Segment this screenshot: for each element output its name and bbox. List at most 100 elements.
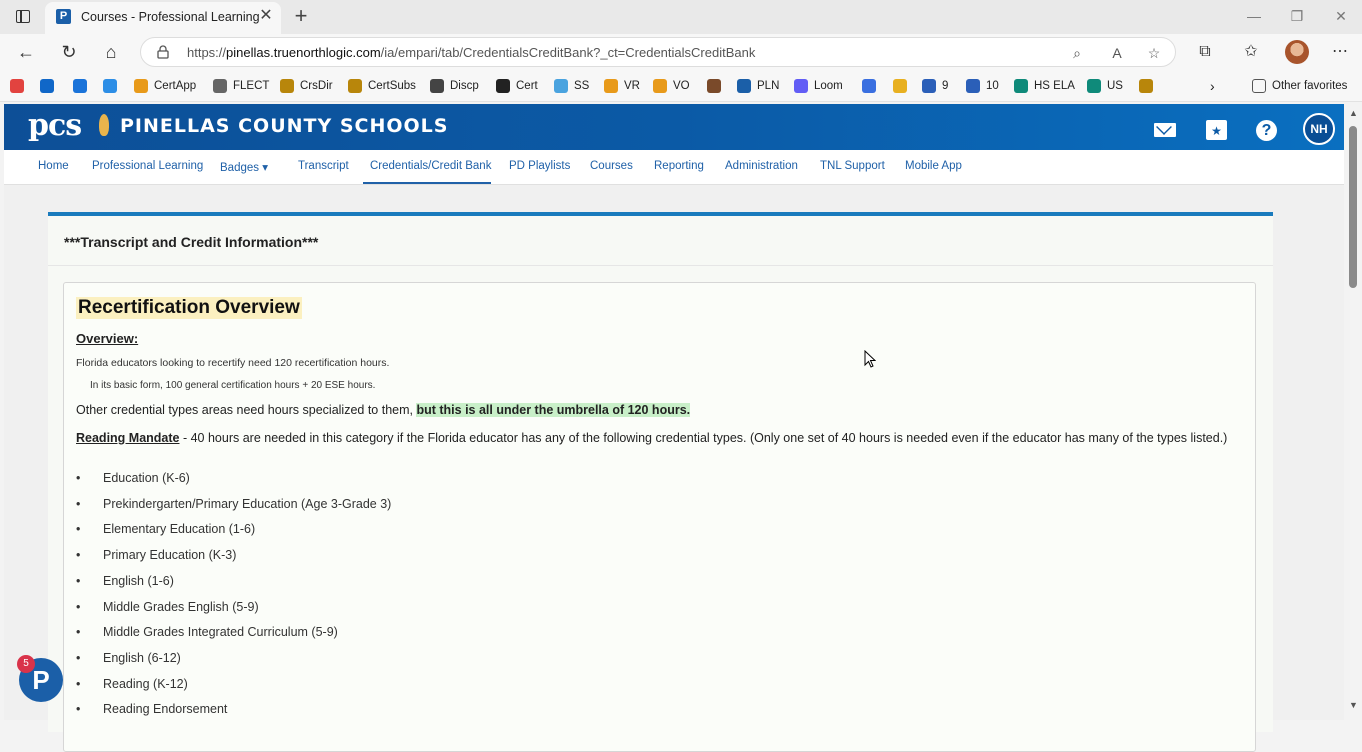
mail-icon[interactable] <box>1154 123 1176 137</box>
nav-transcript[interactable]: Transcript <box>298 160 349 172</box>
nav-reporting[interactable]: Reporting <box>654 160 704 172</box>
browser-tab-active[interactable]: P Courses - Professional Learning ✕ <box>45 2 281 34</box>
nav-tnl-support[interactable]: TNL Support <box>820 160 885 172</box>
more-menu-icon[interactable]: ⋯ <box>1328 40 1352 64</box>
favorite-item[interactable]: VO <box>653 78 690 94</box>
restore-button[interactable]: ❐ <box>1286 6 1308 26</box>
nav-mobile-app[interactable]: Mobile App <box>905 160 962 172</box>
profile-avatar[interactable] <box>1285 40 1309 64</box>
nav-pd-playlists[interactable]: PD Playlists <box>509 160 570 172</box>
lock-icon[interactable] <box>157 45 169 59</box>
credential-name: Middle Grades Integrated Curriculum (5-9… <box>103 625 338 640</box>
favorite-label: Loom <box>814 80 843 92</box>
favorite-item[interactable]: Cert <box>496 78 538 94</box>
nav-credentials-credit-bank[interactable]: Credentials/Credit Bank <box>370 160 491 172</box>
back-icon[interactable]: ← <box>14 40 38 64</box>
favorite-icon <box>554 79 568 93</box>
favorite-item[interactable]: 10 <box>966 78 999 94</box>
favorite-label: 9 <box>942 80 949 92</box>
favorite-item[interactable]: FLECT <box>213 78 269 94</box>
close-window-button[interactable]: ✕ <box>1330 6 1352 26</box>
read-aloud-icon[interactable]: A <box>1107 43 1127 63</box>
favorite-item[interactable] <box>73 78 93 94</box>
favorite-item[interactable]: 9 <box>922 78 948 94</box>
address-bar[interactable]: https://pinellas.truenorthlogic.com/ia/e… <box>140 37 1176 67</box>
favorite-item[interactable] <box>40 78 60 94</box>
favorite-item[interactable]: VR <box>604 78 640 94</box>
favorite-item[interactable] <box>1139 78 1159 94</box>
favorite-label: CertApp <box>154 80 197 92</box>
favorite-item[interactable]: HS ELA <box>1014 78 1075 94</box>
credential-name: Education (K-6) <box>103 471 190 485</box>
favorite-icon <box>280 79 294 93</box>
bullet: • <box>76 599 81 614</box>
favorite-icon <box>496 79 510 93</box>
nav-courses[interactable]: Courses <box>590 160 633 172</box>
home-icon[interactable]: ⌂ <box>99 40 123 64</box>
favorite-item[interactable]: CertApp <box>134 78 196 94</box>
favorite-item[interactable]: Discp <box>430 78 479 94</box>
favorite-label: CertSubs <box>368 80 416 92</box>
overview-label: Overview: <box>76 331 139 346</box>
favorite-icon <box>40 79 54 93</box>
scroll-thumb[interactable] <box>1349 126 1357 288</box>
favorite-icon <box>103 79 117 93</box>
pcs-logo[interactable]: pcs <box>28 108 82 143</box>
recertification-heading: Recertification Overview <box>76 297 302 319</box>
url-text: https://pinellas.truenorthlogic.com/ia/e… <box>187 45 756 60</box>
favorite-item[interactable]: SS <box>554 78 589 94</box>
favorite-icon <box>213 79 227 93</box>
nav-badges[interactable]: Badges ▾ <box>220 160 268 174</box>
favorite-label: FLECT <box>233 80 270 92</box>
favorite-icon <box>737 79 751 93</box>
page-scrollbar[interactable]: ▲ ▼ <box>1345 104 1362 720</box>
favorite-item[interactable] <box>707 78 727 94</box>
credential-name: English (1-6) <box>103 573 174 588</box>
favorite-item[interactable] <box>893 78 913 94</box>
scroll-up-icon[interactable]: ▲ <box>1349 108 1358 118</box>
favorite-item[interactable] <box>103 78 123 94</box>
minimize-button[interactable]: — <box>1243 6 1265 26</box>
favorite-star-icon[interactable]: ☆ <box>1144 43 1164 63</box>
credential-name: English (6-12) <box>103 650 181 665</box>
zoom-icon[interactable]: ⌕ <box>1067 43 1087 63</box>
help-icon[interactable]: ? <box>1256 120 1277 141</box>
favorite-item[interactable]: US <box>1087 78 1123 94</box>
favorite-item[interactable] <box>10 78 30 94</box>
credential-name: Prekindergarten/Primary Education (Age 3… <box>103 496 392 511</box>
refresh-icon[interactable]: ↻ <box>57 40 81 64</box>
favorite-icon <box>862 79 876 93</box>
favorite-label: 10 <box>986 80 999 92</box>
bullet: • <box>76 573 81 588</box>
tab-actions-icon[interactable] <box>10 7 36 27</box>
credential-types-text: Other credential types areas need hours … <box>76 403 691 417</box>
folder-icon <box>1252 79 1266 93</box>
favorite-item[interactable]: CrsDir <box>280 78 333 94</box>
favorite-icon <box>653 79 667 93</box>
bullet: • <box>76 548 81 563</box>
extensions-icon[interactable]: ⧉ <box>1193 40 1217 64</box>
favorite-item[interactable]: PLN <box>737 78 779 94</box>
mouse-cursor-icon <box>864 350 876 368</box>
favorites-overflow-icon[interactable]: › <box>1210 78 1215 94</box>
favorite-item[interactable]: Loom <box>794 78 843 94</box>
favorite-label: Cert <box>516 80 538 92</box>
other-favorites[interactable]: Other favorites <box>1252 78 1347 94</box>
favorite-item[interactable]: CertSubs <box>348 78 416 94</box>
nav-professional-learning[interactable]: Professional Learning <box>92 160 203 172</box>
favorite-label: PLN <box>757 80 780 92</box>
favorite-icon <box>10 79 24 93</box>
nav-home[interactable]: Home <box>38 160 69 172</box>
favorite-icon <box>348 79 362 93</box>
favorite-item[interactable] <box>862 78 882 94</box>
calendar-star-icon[interactable]: ★ <box>1206 120 1227 140</box>
favorite-icon <box>707 79 721 93</box>
tab-close-icon[interactable]: ✕ <box>257 7 275 25</box>
nav-administration[interactable]: Administration <box>725 160 798 172</box>
new-tab-button[interactable]: + <box>290 5 312 28</box>
browser-toolbar: ← ↻ ⌂ https://pinellas.truenorthlogic.co… <box>0 34 1362 70</box>
scroll-down-icon[interactable]: ▼ <box>1349 700 1358 710</box>
user-avatar[interactable]: NH <box>1303 113 1335 145</box>
favorites-icon[interactable]: ✩ <box>1239 40 1263 64</box>
card-title: ***Transcript and Credit Information*** <box>64 234 319 250</box>
